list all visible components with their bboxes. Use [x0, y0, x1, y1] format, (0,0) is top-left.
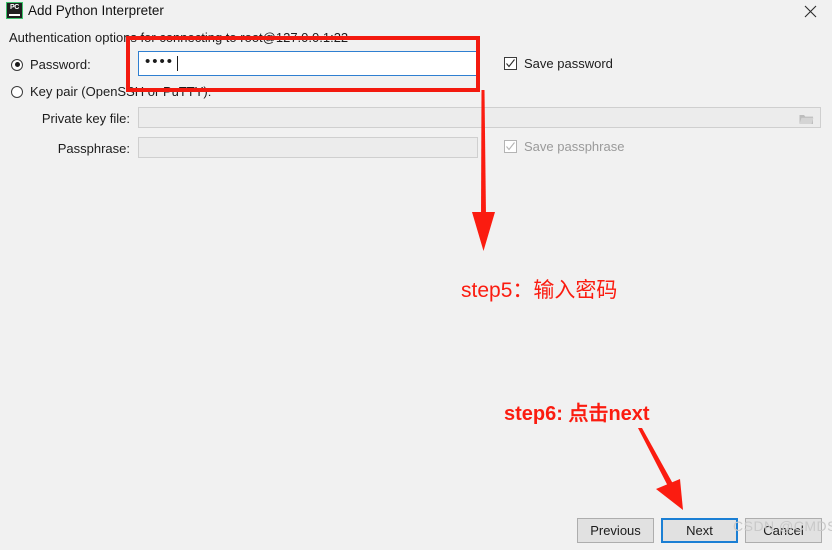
radio-unselected-icon: [11, 85, 23, 98]
radio-password-label: Password:: [30, 57, 91, 72]
annotation-text-step6: step6: 点击next: [504, 403, 650, 425]
close-button[interactable]: [788, 0, 832, 22]
previous-button[interactable]: Previous: [577, 518, 654, 543]
save-passphrase-label: Save passphrase: [524, 139, 625, 154]
annotation-arrow-step6: [638, 428, 683, 510]
private-key-file-input: [138, 107, 821, 128]
passphrase-label: Passphrase:: [57, 141, 130, 156]
pycharm-icon-bar: [9, 14, 20, 16]
annotation-text-step5: step5：输入密码: [461, 279, 618, 302]
title-bar: PC Add Python Interpreter: [0, 0, 832, 22]
next-button[interactable]: Next: [661, 518, 738, 543]
radio-keypair-label: Key pair (OpenSSH or PuTTY):: [30, 84, 212, 99]
radio-selected-icon: [11, 58, 23, 71]
window-title: Add Python Interpreter: [28, 3, 164, 18]
radio-keypair-option[interactable]: Key pair (OpenSSH or PuTTY):: [11, 84, 211, 99]
passphrase-input: [138, 137, 478, 158]
save-password-label: Save password: [524, 56, 613, 71]
private-key-file-label: Private key file:: [41, 111, 130, 126]
save-password-checkbox[interactable]: Save password: [504, 56, 613, 71]
password-masked-value: ••••: [145, 53, 175, 70]
checkbox-checked-icon: [504, 57, 517, 70]
cancel-button[interactable]: Cancel: [745, 518, 822, 543]
pycharm-icon: PC: [6, 2, 23, 19]
auth-header-text: Authentication options for connecting to…: [9, 30, 349, 45]
save-passphrase-checkbox: Save passphrase: [504, 139, 624, 154]
password-input[interactable]: ••••: [138, 51, 478, 76]
close-icon: [804, 5, 816, 17]
checkbox-checked-disabled-icon: [504, 140, 517, 153]
browse-file-button: [793, 109, 819, 128]
text-caret: [177, 56, 179, 71]
radio-password-option[interactable]: Password:: [11, 57, 91, 72]
folder-icon: [799, 114, 813, 124]
pycharm-icon-label: PC: [9, 4, 20, 11]
